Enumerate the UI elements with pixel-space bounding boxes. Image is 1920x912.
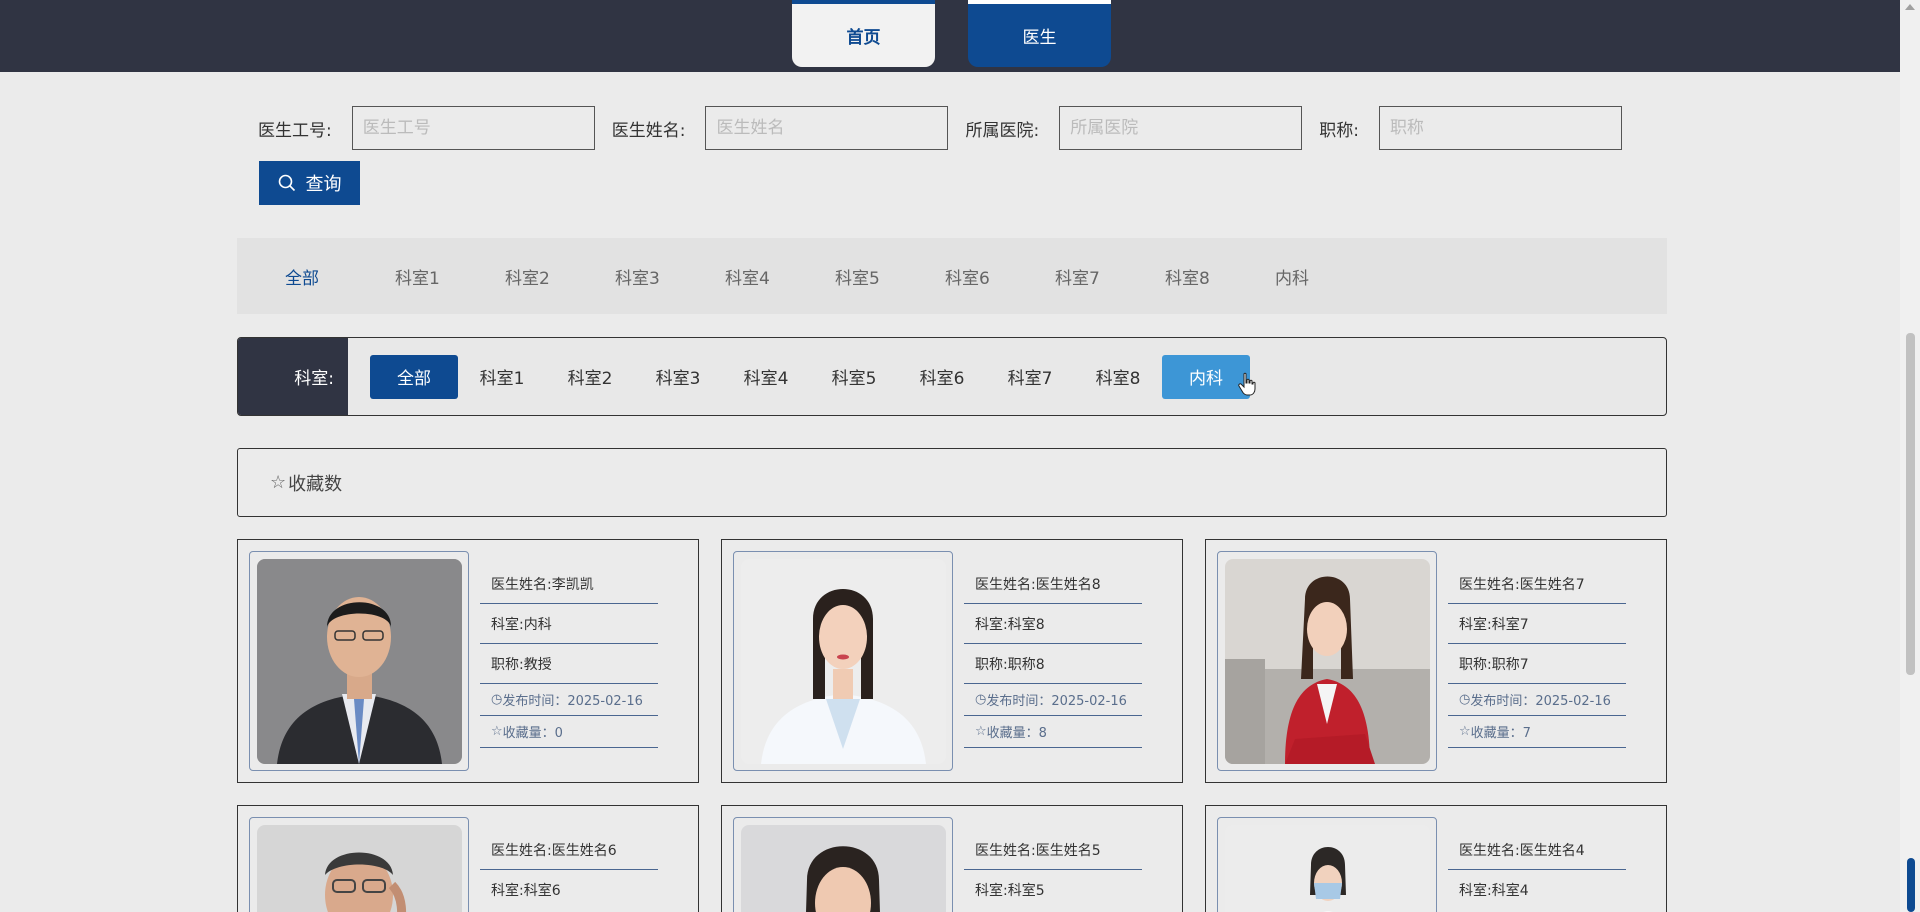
- scrollbar-thumb[interactable]: [1906, 333, 1915, 675]
- doctor-name-input[interactable]: [705, 106, 949, 150]
- doctor-photo-frame: [249, 551, 469, 771]
- hospital-input[interactable]: [1059, 106, 1303, 150]
- doctor-department: 科室:科室8: [964, 604, 1142, 644]
- doctor-title: 职称:教授: [480, 644, 658, 684]
- filter-option-8[interactable]: 科室8: [1074, 355, 1162, 399]
- sort-bar[interactable]: ☆ 收藏数: [237, 448, 1667, 517]
- doctor-photo-frame: [733, 551, 953, 771]
- doctor-photo[interactable]: [256, 558, 462, 764]
- publish-date-text: 发布时间：2025-02-16: [1470, 694, 1611, 709]
- publish-date: ◷ 发布时间：2025-02-16: [964, 684, 1142, 716]
- nav-tab-home-label: 首页: [846, 28, 881, 48]
- doctor-photo-frame: [733, 817, 953, 912]
- doctor-department: 科室:科室7: [1448, 604, 1626, 644]
- favorite-count-text: 收藏量：8: [986, 726, 1047, 741]
- nav-tab-doctor-label: 医生: [1022, 28, 1057, 48]
- favorite-count-text: 收藏量：7: [1470, 726, 1531, 741]
- doctor-photo-frame: [249, 817, 469, 912]
- scrollbar[interactable]: [1900, 0, 1920, 912]
- filter-option-6[interactable]: 科室6: [898, 355, 986, 399]
- top-nav: 首页 医生: [0, 0, 1900, 72]
- filter-option-5[interactable]: 科室5: [810, 355, 898, 399]
- clock-icon: ◷: [491, 692, 503, 707]
- nav-tab-doctor[interactable]: 医生: [968, 0, 1111, 67]
- query-button[interactable]: 查询: [259, 161, 360, 205]
- doctor-department: 科室:科室6: [491, 883, 561, 899]
- filter-option-internal[interactable]: 内科: [1162, 354, 1250, 399]
- doctor-photo[interactable]: [1224, 825, 1430, 912]
- star-icon: ☆: [491, 724, 503, 739]
- filter-option-2[interactable]: 科室2: [546, 355, 634, 399]
- category-tab-internal[interactable]: 内科: [1275, 264, 1385, 289]
- category-tab-7[interactable]: 科室7: [1055, 264, 1165, 289]
- filter-option-1[interactable]: 科室1: [458, 355, 546, 399]
- publish-date: ◷ 发布时间：2025-02-16: [480, 684, 658, 716]
- title-input[interactable]: [1378, 106, 1622, 150]
- category-tab-all[interactable]: 全部: [285, 264, 395, 289]
- doctor-department: 科室:科室4: [1459, 883, 1529, 899]
- doctor-department: 科室:科室5: [975, 883, 1045, 899]
- doctor-photo[interactable]: [1224, 558, 1430, 764]
- doctor-name-label: 医生姓名:: [611, 120, 686, 141]
- doctor-department: 科室:内科: [480, 604, 658, 644]
- doctor-name: 医生姓名:医生姓名8: [964, 564, 1142, 604]
- query-button-label: 查询: [305, 174, 342, 195]
- sort-by-favorites[interactable]: 收藏数: [288, 470, 342, 496]
- doctor-photo[interactable]: [256, 825, 462, 912]
- doctor-title: 职称:职称7: [1448, 644, 1626, 684]
- favorite-count-text: 收藏量：0: [502, 726, 563, 741]
- hospital-label: 所属医院:: [965, 120, 1040, 141]
- doctor-photo-frame: [1217, 817, 1437, 912]
- department-filter: 科室: 全部 科室1 科室2 科室3 科室4 科室5 科室6 科室7 科室8 内…: [237, 337, 1667, 416]
- doctor-card[interactable]: 医生姓名:医生姓名7 科室:科室7 职称:职称7 ◷ 发布时间：2025-02-1…: [1205, 539, 1667, 783]
- clock-icon: ◷: [1459, 692, 1471, 707]
- doctor-card[interactable]: 医生姓名:李凯凯 科室:内科 职称:教授 ◷ 发布时间：2025-02-16 ☆ 收…: [237, 539, 699, 783]
- doctor-photo[interactable]: [740, 558, 946, 764]
- favorite-count: ☆ 收藏量：8: [964, 716, 1142, 748]
- filter-option-7[interactable]: 科室7: [986, 355, 1074, 399]
- search-form: 医生工号: 医生姓名: 所属医院: 职称:: [258, 106, 1639, 150]
- title-label: 职称:: [1319, 120, 1359, 141]
- doctor-card[interactable]: 医生姓名:医生姓名5 科室:科室5: [721, 805, 1183, 912]
- doctor-card[interactable]: 医生姓名:医生姓名4 科室:科室4: [1205, 805, 1667, 912]
- category-tab-4[interactable]: 科室4: [725, 264, 835, 289]
- doctor-name: 医生姓名:李凯凯: [480, 564, 658, 604]
- clock-icon: ◷: [975, 692, 987, 707]
- favorite-count: ☆ 收藏量：7: [1448, 716, 1626, 748]
- back-to-top-handle[interactable]: [1907, 858, 1915, 912]
- category-tab-3[interactable]: 科室3: [615, 264, 725, 289]
- doctor-id-label: 医生工号:: [258, 120, 332, 141]
- doctor-card[interactable]: 医生姓名:医生姓名6 科室:科室6: [237, 805, 699, 912]
- doctor-name: 医生姓名:医生姓名4: [1448, 830, 1626, 870]
- category-tab-1[interactable]: 科室1: [395, 264, 505, 289]
- filter-option-all[interactable]: 全部: [370, 354, 458, 399]
- category-tab-2[interactable]: 科室2: [505, 264, 615, 289]
- doctor-name: 医生姓名:医生姓名5: [964, 830, 1142, 870]
- search-icon: [278, 174, 295, 192]
- department-filter-label: 科室:: [238, 338, 348, 415]
- publish-date-text: 发布时间：2025-02-16: [986, 694, 1127, 709]
- doctor-photo[interactable]: [740, 825, 946, 912]
- doctor-id-input[interactable]: [351, 106, 595, 150]
- favorite-count: ☆ 收藏量：0: [480, 716, 658, 748]
- category-tab-8[interactable]: 科室8: [1165, 264, 1275, 289]
- doctor-name: 医生姓名:医生姓名7: [1448, 564, 1626, 604]
- filter-option-4[interactable]: 科室4: [722, 355, 810, 399]
- nav-tab-home[interactable]: 首页: [792, 0, 935, 67]
- doctor-photo-frame: [1217, 551, 1437, 771]
- publish-date-text: 发布时间：2025-02-16: [502, 694, 643, 709]
- star-icon: ☆: [270, 472, 287, 493]
- hand-cursor-icon: [1238, 372, 1256, 396]
- doctor-card[interactable]: 医生姓名:医生姓名8 科室:科室8 职称:职称8 ◷ 发布时间：2025-02-1…: [721, 539, 1183, 783]
- star-icon: ☆: [1459, 724, 1471, 739]
- category-tabs: 全部 科室1 科室2 科室3 科室4 科室5 科室6 科室7 科室8 内科: [237, 238, 1667, 314]
- scroll-up-arrow-icon[interactable]: [1905, 4, 1915, 10]
- star-icon: ☆: [975, 724, 987, 739]
- category-tab-5[interactable]: 科室5: [835, 264, 945, 289]
- publish-date: ◷ 发布时间：2025-02-16: [1448, 684, 1626, 716]
- category-tab-6[interactable]: 科室6: [945, 264, 1055, 289]
- filter-option-3[interactable]: 科室3: [634, 355, 722, 399]
- doctor-name: 医生姓名:医生姓名6: [480, 830, 658, 870]
- doctor-title: 职称:职称8: [964, 644, 1142, 684]
